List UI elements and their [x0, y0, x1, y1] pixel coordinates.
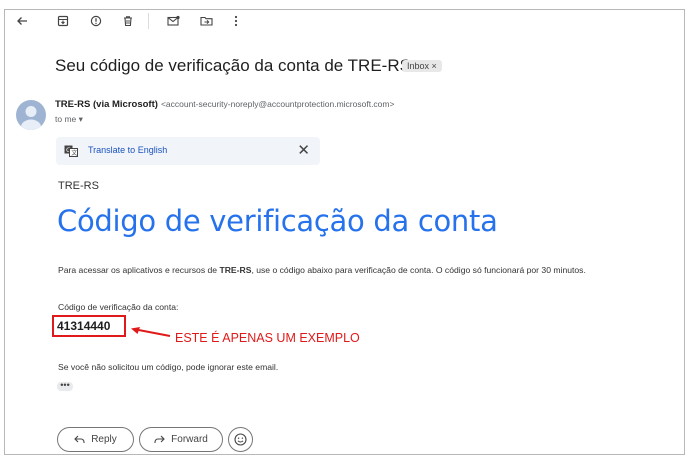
- translate-link[interactable]: Translate to English: [88, 145, 167, 155]
- more-options-icon[interactable]: [225, 10, 247, 32]
- reply-label: Reply: [91, 434, 117, 445]
- svg-text:文: 文: [71, 149, 77, 157]
- paragraph-org: TRE-RS: [219, 265, 252, 275]
- mark-unread-icon[interactable]: [162, 10, 184, 32]
- message-title: Código de verificação da conta: [57, 204, 498, 238]
- email-subject: Seu código de verificação da conta de TR…: [55, 56, 411, 75]
- translate-bar: G文 Translate to English ✕: [56, 137, 320, 165]
- smiley-icon: [234, 433, 247, 446]
- person-icon: [21, 106, 41, 130]
- recipient-details[interactable]: to me ▾: [55, 114, 83, 125]
- verification-code: 41314440: [57, 319, 111, 333]
- forward-icon: [154, 435, 165, 443]
- back-arrow-icon[interactable]: [11, 10, 33, 32]
- ignore-notice: Se você não solicitou um código, pode ig…: [58, 362, 279, 372]
- code-label: Código de verificação da conta:: [58, 302, 179, 312]
- sender-address: <account-security-noreply@accountprotect…: [160, 99, 395, 109]
- emoji-reaction-button[interactable]: [228, 427, 253, 452]
- sender-name[interactable]: TRE-RS (via Microsoft): [55, 99, 158, 110]
- move-to-icon[interactable]: [195, 10, 217, 32]
- archive-icon[interactable]: [52, 10, 74, 32]
- close-icon[interactable]: ✕: [297, 141, 310, 159]
- delete-icon[interactable]: [117, 10, 139, 32]
- brand-name: TRE-RS: [58, 180, 99, 192]
- inbox-label[interactable]: Inbox ×: [402, 60, 442, 72]
- paragraph-end: , use o código abaixo para verificação d…: [251, 265, 586, 275]
- arrow-icon: [130, 326, 172, 344]
- example-annotation: ESTE É APENAS UM EXEMPLO: [175, 331, 360, 345]
- forward-button[interactable]: Forward: [139, 427, 223, 452]
- reply-icon: [74, 435, 85, 443]
- paragraph-start: Para acessar os aplicativos e recursos d…: [58, 265, 220, 275]
- reply-button[interactable]: Reply: [57, 427, 134, 452]
- instructions-paragraph: Para acessar os aplicativos e recursos d…: [58, 265, 586, 275]
- toolbar: [0, 10, 687, 32]
- forward-label: Forward: [171, 434, 208, 445]
- translate-icon: G文: [64, 144, 78, 162]
- avatar[interactable]: [16, 100, 46, 130]
- sender-line: TRE-RS (via Microsoft) <account-security-…: [55, 99, 394, 110]
- report-spam-icon[interactable]: [85, 10, 107, 32]
- show-trimmed-content[interactable]: •••: [57, 381, 73, 391]
